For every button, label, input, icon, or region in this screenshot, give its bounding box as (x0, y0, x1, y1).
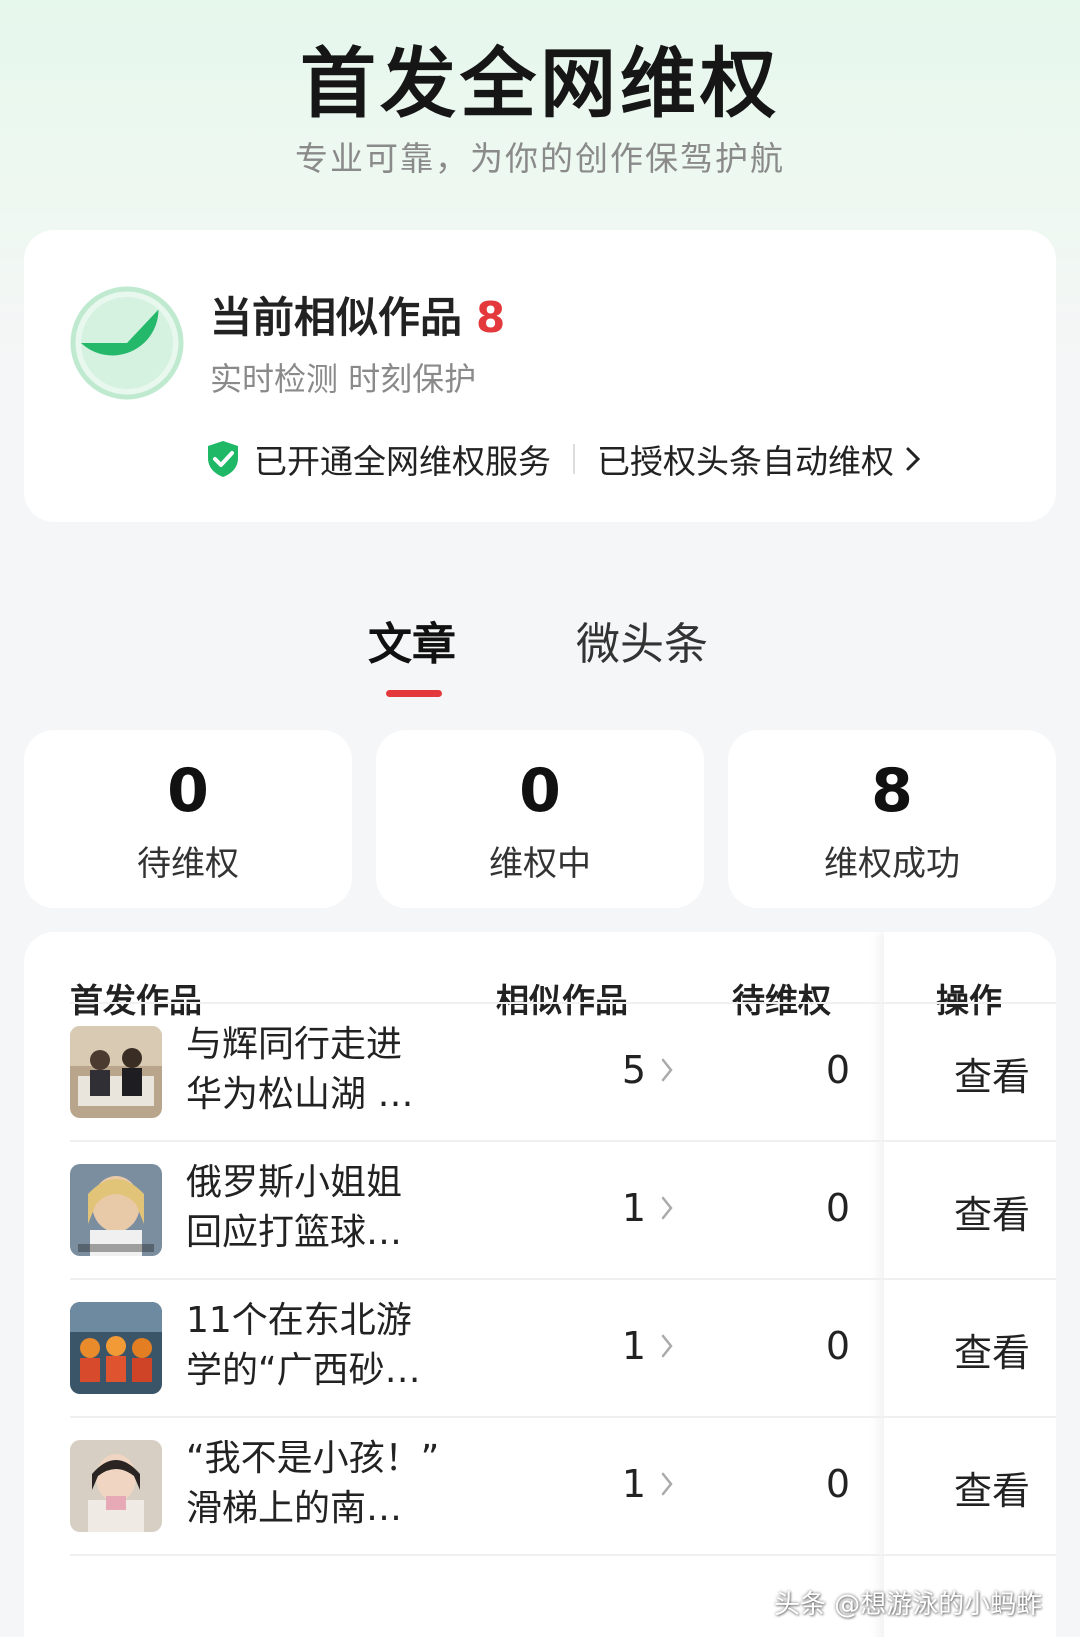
stat-pending-label: 待维权 (137, 844, 239, 884)
similar-count-value: 1 (621, 1462, 646, 1506)
auto-protect-link[interactable]: 已授权头条自动维权 (597, 435, 894, 483)
stat-success[interactable]: 8 维权成功 (728, 730, 1056, 908)
thumbnail-image (70, 1026, 162, 1118)
progress-ring-icon (70, 286, 184, 400)
watermark: 头条 @想游泳的小蚂蚱 (774, 1590, 1043, 1620)
stat-success-label: 维权成功 (824, 844, 960, 884)
work-title-line1: “我不是小孩！” (186, 1438, 440, 1479)
active-tab-indicator (386, 690, 442, 697)
stat-in-progress[interactable]: 0 维权中 (376, 730, 704, 908)
status-card: 当前相似作品 8 实时检测 时刻保护 已开通全网维权服务 已授权头条自动维权 (24, 230, 1056, 522)
thumbnail-image (70, 1164, 162, 1256)
stat-pending-value: 0 (167, 756, 209, 826)
similar-count[interactable]: 1 (574, 1462, 674, 1506)
similar-works-title: 当前相似作品 (210, 293, 463, 342)
works-table: 首发作品 相似作品 待维权 操作 与辉同行走进 华为松山湖 … 5 0 查看 俄… (24, 932, 1056, 1637)
work-title-line2: 回应打篮球… (186, 1212, 403, 1253)
work-title-line1: 11个在东北游 (186, 1300, 412, 1341)
stat-pending[interactable]: 0 待维权 (24, 730, 352, 908)
stat-in-progress-value: 0 (519, 756, 561, 826)
similar-count-value: 1 (621, 1324, 646, 1368)
tab-weitoutiao[interactable]: 微头条 (576, 608, 708, 672)
service-enabled-label: 已开通全网维权服务 (254, 442, 551, 481)
view-button[interactable]: 查看 (954, 1322, 1030, 1377)
similar-count-value: 1 (621, 1186, 646, 1230)
table-row[interactable]: “我不是小孩！” 滑梯上的南… 1 0 查看 (70, 1416, 1056, 1554)
work-title[interactable]: 俄罗斯小姐姐 回应打篮球… (186, 1158, 446, 1258)
chevron-right-icon (661, 1196, 673, 1220)
chevron-right-icon (661, 1334, 673, 1358)
work-title-line2: 滑梯上的南… (186, 1488, 403, 1529)
stat-in-progress-label: 维权中 (489, 844, 591, 884)
table-row[interactable]: 俄罗斯小姐姐 回应打篮球… 1 0 查看 (70, 1140, 1056, 1278)
similar-count[interactable]: 5 (574, 1048, 674, 1092)
similar-count[interactable]: 1 (574, 1186, 674, 1230)
divider (573, 444, 575, 474)
thumbnail-image (70, 1302, 162, 1394)
page-title: 首发全网维权 (300, 39, 780, 128)
status-subtitle: 实时检测 时刻保护 (210, 360, 477, 398)
table-row[interactable]: 11个在东北游 学的“广西砂… 1 0 查看 (70, 1278, 1056, 1416)
page-subtitle: 专业可靠，为你的创作保驾护航 (295, 139, 785, 178)
table-row[interactable]: 与辉同行走进 华为松山湖 … 5 0 查看 (70, 1002, 1056, 1140)
work-title[interactable]: “我不是小孩！” 滑梯上的南… (186, 1434, 446, 1534)
similar-count-value: 5 (621, 1048, 646, 1092)
work-title[interactable]: 与辉同行走进 华为松山湖 … (186, 1020, 446, 1120)
pending-count: 0 (825, 1048, 850, 1092)
similar-works-count: 8 (476, 293, 506, 342)
content-tabs: 文章 微头条 (0, 608, 1080, 698)
chevron-right-icon (661, 1058, 673, 1082)
chevron-right-icon (661, 1472, 673, 1496)
similar-works-heading: 当前相似作品 8 (210, 284, 505, 345)
thumbnail-image (70, 1440, 162, 1532)
shield-check-icon (208, 441, 238, 477)
similar-count[interactable]: 1 (574, 1324, 674, 1368)
stat-success-value: 8 (871, 756, 913, 826)
view-button[interactable]: 查看 (954, 1184, 1030, 1239)
view-button[interactable]: 查看 (954, 1460, 1030, 1515)
work-title-line1: 俄罗斯小姐姐 (186, 1162, 403, 1203)
work-title-line1: 与辉同行走进 (186, 1024, 403, 1065)
tab-article[interactable]: 文章 (368, 608, 456, 672)
work-title[interactable]: 11个在东北游 学的“广西砂… (186, 1296, 446, 1396)
service-row: 已开通全网维权服务 已授权头条自动维权 (206, 434, 922, 484)
pending-count: 0 (825, 1324, 850, 1368)
pending-count: 0 (825, 1462, 850, 1506)
chevron-right-icon[interactable] (904, 445, 922, 473)
work-title-line2: 学的“广西砂… (186, 1350, 421, 1391)
view-button[interactable]: 查看 (954, 1046, 1030, 1101)
work-title-line2: 华为松山湖 … (186, 1074, 414, 1115)
pending-count: 0 (825, 1186, 850, 1230)
table-bottom-divider (70, 1554, 1056, 1556)
